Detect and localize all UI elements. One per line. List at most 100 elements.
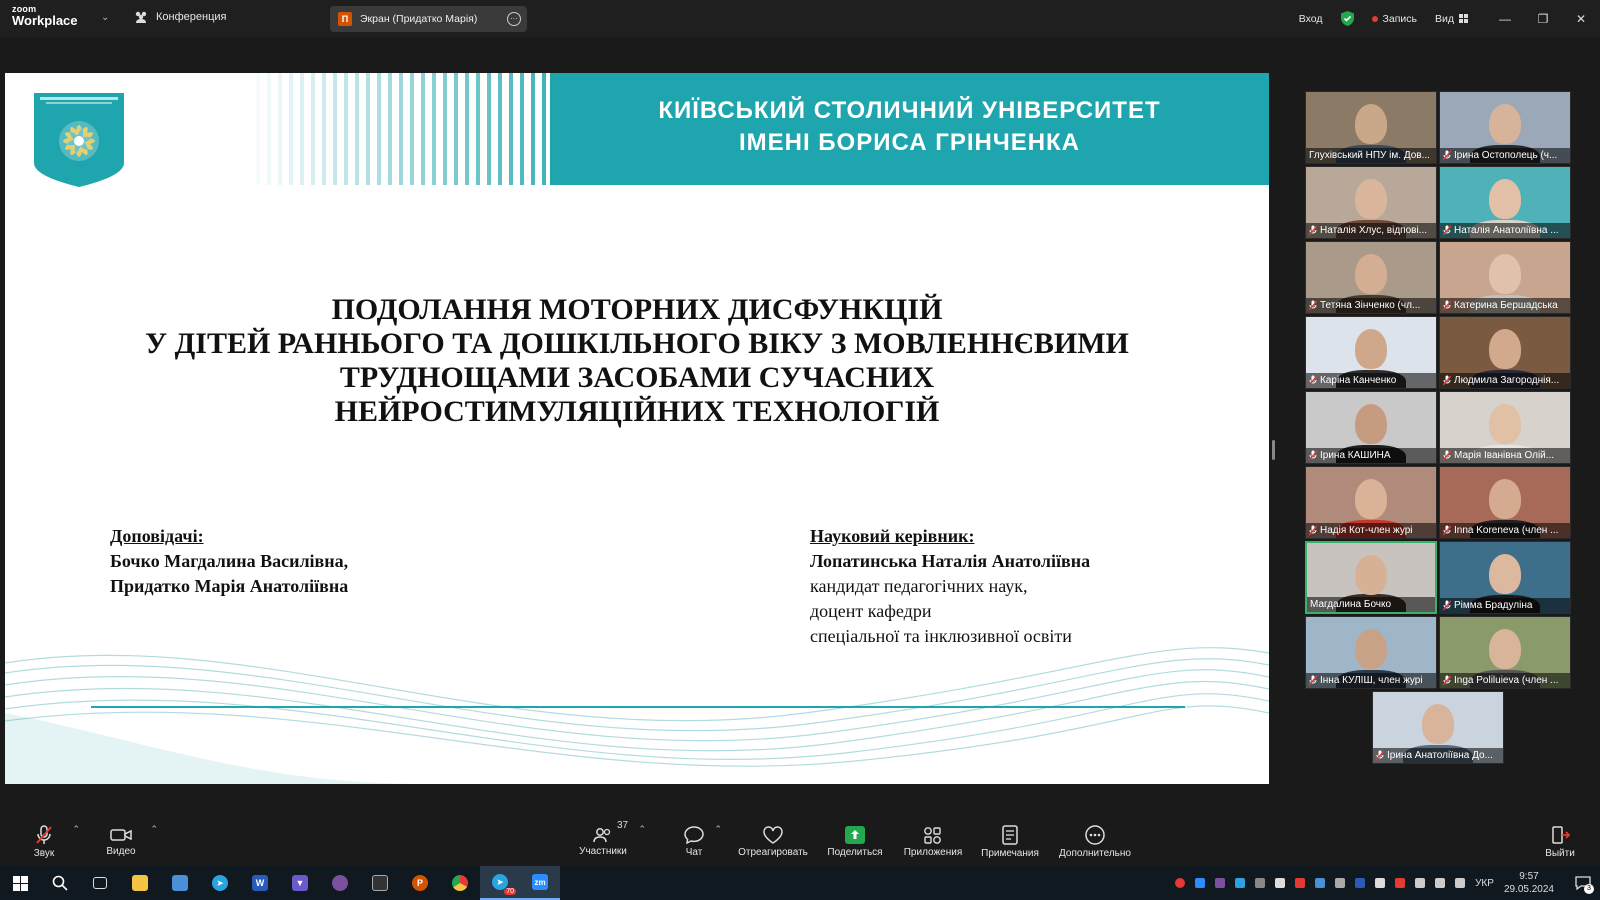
audio-button[interactable]: Звук ⌃ [22, 818, 80, 866]
participant-tile[interactable]: Марія Іванівна Олій... [1439, 391, 1571, 464]
tray-app-icon[interactable] [1375, 878, 1386, 888]
chat-caret-icon[interactable]: ⌃ [714, 824, 722, 835]
notification-center-icon[interactable]: 3 [1566, 866, 1600, 900]
conference-menu[interactable]: Конференция [134, 11, 226, 23]
word-icon[interactable]: W [240, 866, 280, 900]
screen-share-indicator[interactable]: П Экран (Придатко Марія) ··· [330, 6, 527, 32]
tray-app-icon[interactable] [1295, 878, 1306, 888]
conference-label: Конференция [156, 11, 227, 23]
minimize-window-icon[interactable]: — [1486, 12, 1524, 26]
leave-meeting-button[interactable]: Выйти [1544, 818, 1576, 866]
slide-decor-stripes [245, 73, 550, 185]
participant-tile[interactable]: Глухівський НПУ ім. Дов... [1305, 91, 1437, 164]
participant-tile[interactable]: Ірина КАШИНА [1305, 391, 1437, 464]
participants-caret-icon[interactable]: ⌃ [638, 824, 646, 835]
tray-zoom-icon[interactable] [1195, 878, 1206, 888]
participant-tile[interactable]: Надія Кот-член журі [1305, 466, 1437, 539]
network-icon[interactable] [1435, 878, 1446, 888]
participant-tile[interactable]: Каріна Канченко [1305, 316, 1437, 389]
participant-name-label: Ірина Анатоліївна До... [1373, 748, 1503, 763]
windows-start-icon[interactable] [0, 866, 40, 900]
participant-tile[interactable]: Інна КУЛІШ, член журі [1305, 616, 1437, 689]
restore-window-icon[interactable]: ❐ [1524, 12, 1562, 26]
university-name-line-2: ІМЕНІ БОРИСА ГРІНЧЕНКА [738, 129, 1081, 156]
participant-face [1355, 329, 1387, 369]
clapper-app-icon[interactable] [360, 866, 400, 900]
task-view-icon[interactable] [80, 866, 120, 900]
close-window-icon[interactable]: ✕ [1562, 12, 1600, 26]
tray-app-icon[interactable] [1255, 878, 1266, 888]
vpn-app-icon[interactable]: ▼ [280, 866, 320, 900]
participant-tile[interactable]: Наталія Хлус, відпові... [1305, 166, 1437, 239]
participant-tile[interactable]: Катерина Бершадська [1439, 241, 1571, 314]
participant-name-label: Ірина Остополець (ч... [1440, 148, 1570, 163]
more-button[interactable]: Дополнительно [1058, 818, 1132, 866]
react-button[interactable]: Отреагировать [737, 818, 809, 866]
participant-face [1422, 704, 1454, 744]
chrome-icon[interactable] [440, 866, 480, 900]
tray-app-icon[interactable] [1275, 878, 1286, 888]
workplace-chevron-down-icon[interactable]: ⌄ [101, 12, 109, 23]
participant-tile[interactable]: Рімма Брадуліна [1439, 541, 1571, 614]
system-clock[interactable]: 9:57 29.05.2024 [1504, 870, 1554, 896]
viber-icon[interactable] [320, 866, 360, 900]
audio-options-caret-icon[interactable]: ⌃ [72, 824, 80, 835]
search-icon[interactable] [40, 866, 80, 900]
battery-icon[interactable] [1415, 878, 1426, 888]
taskbar-app-icon[interactable] [160, 866, 200, 900]
tray-app-icon[interactable] [1315, 878, 1326, 888]
share-screen-button[interactable]: Поделиться [826, 818, 884, 866]
participants-button[interactable]: 37 Участники ⌃ [574, 818, 646, 866]
bluetooth-icon[interactable] [1355, 878, 1366, 888]
recording-indicator[interactable]: Запись [1371, 13, 1417, 25]
powerpoint-taskbar-icon[interactable]: P [400, 866, 440, 900]
view-menu-button[interactable]: Вид [1435, 13, 1468, 25]
participant-name: Інна КУЛІШ, член журі [1320, 675, 1423, 686]
slide-decor-waves [5, 647, 1269, 784]
meeting-controls-bar: Звук ⌃ Видео ⌃ 37 Участники ⌃ Чат ⌃ Отре… [0, 818, 1600, 866]
sign-in-button[interactable]: Вход [1299, 13, 1323, 25]
tray-viber-icon[interactable] [1215, 878, 1226, 888]
participant-name-label: Тетяна Зінченко (чл... [1306, 298, 1436, 313]
participant-tile[interactable]: Ірина Анатоліївна До... [1372, 691, 1504, 764]
participant-tile[interactable]: Наталія Анатоліївна ... [1439, 166, 1571, 239]
participant-face [1489, 179, 1521, 219]
participant-tile[interactable]: Inga Poliluieva (член ... [1439, 616, 1571, 689]
participant-tile[interactable]: Магдалина Бочко [1305, 541, 1437, 614]
tray-app-icon[interactable] [1395, 878, 1406, 888]
tray-chrome-icon[interactable] [1175, 878, 1186, 888]
file-explorer-icon[interactable] [120, 866, 160, 900]
participant-tile[interactable]: Людмила Загороднія... [1439, 316, 1571, 389]
share-options-icon[interactable]: ··· [507, 12, 521, 26]
participant-face [1489, 254, 1521, 294]
powerpoint-icon: П [338, 12, 352, 26]
video-options-caret-icon[interactable]: ⌃ [150, 824, 158, 835]
zoom-taskbar-icon[interactable]: zm [520, 866, 560, 900]
telegram-icon[interactable]: ➤ [200, 866, 240, 900]
participant-face [1355, 479, 1387, 519]
participant-face [1489, 329, 1521, 369]
video-button[interactable]: Видео ⌃ [98, 818, 158, 866]
participant-tile[interactable]: Inna Koreneva (член ... [1439, 466, 1571, 539]
participant-face [1489, 404, 1521, 444]
apps-button[interactable]: Приложения [903, 818, 963, 866]
tray-app-icon[interactable] [1335, 878, 1346, 888]
language-indicator[interactable]: УКР [1475, 878, 1494, 889]
tray-telegram-icon[interactable] [1235, 878, 1246, 888]
video-label: Видео [106, 846, 136, 857]
notes-button[interactable]: Примечания [980, 818, 1040, 866]
volume-icon[interactable] [1455, 878, 1466, 888]
participant-name: Тетяна Зінченко (чл... [1320, 300, 1421, 311]
slide-title-line: ТРУДНОЩАМИ ЗАСОБАМИ СУЧАСНИХ [339, 361, 935, 394]
participant-name: Людмила Загороднія... [1454, 375, 1560, 386]
gallery-resize-handle[interactable] [1272, 440, 1275, 460]
security-shield-icon[interactable] [1340, 11, 1354, 26]
apps-label: Приложения [903, 847, 963, 858]
muted-mic-icon [1442, 375, 1452, 386]
participant-tile[interactable]: Ірина Остополець (ч... [1439, 91, 1571, 164]
participant-face [1355, 179, 1387, 219]
telegram-active-icon[interactable]: ➤ 70 [480, 866, 520, 900]
chat-button[interactable]: Чат ⌃ [680, 818, 722, 866]
participant-face [1355, 104, 1387, 144]
participant-tile[interactable]: Тетяна Зінченко (чл... [1305, 241, 1437, 314]
